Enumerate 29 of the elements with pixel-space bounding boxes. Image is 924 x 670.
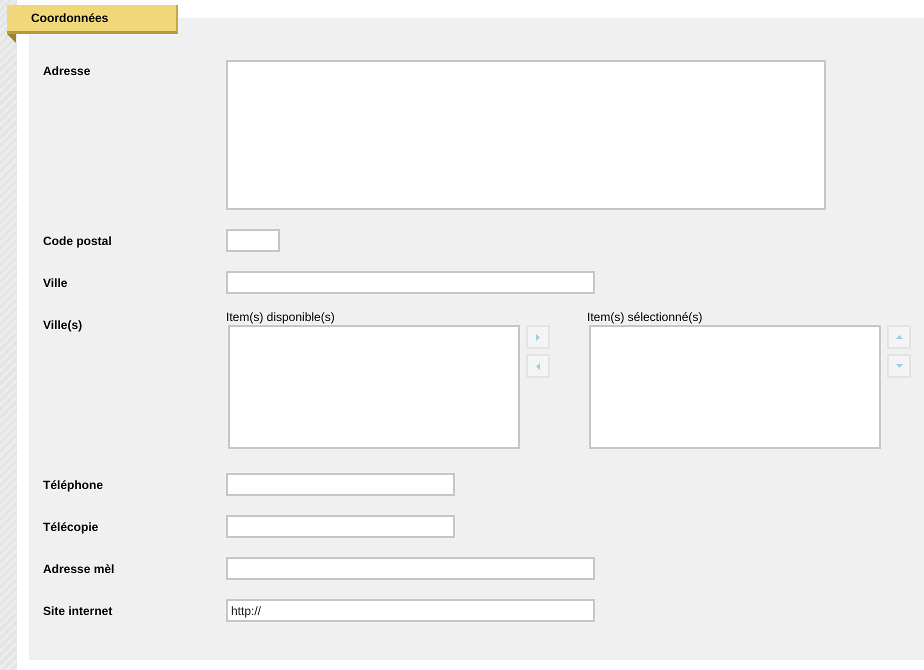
field-label: Téléphone <box>43 477 104 494</box>
up-triangle-icon <box>896 335 902 339</box>
move-right-button[interactable] <box>526 325 550 349</box>
input-field[interactable]: http:// <box>226 599 595 622</box>
right-triangle-icon <box>536 334 540 340</box>
input-field[interactable] <box>226 557 595 580</box>
left-triangle-icon <box>536 362 540 370</box>
down-triangle-icon <box>896 364 902 368</box>
section-title: Coordonnées <box>31 11 108 25</box>
field-label: Ville(s) <box>43 317 84 334</box>
input-field[interactable] <box>226 515 455 538</box>
field-label: Adresse mèl <box>43 561 116 578</box>
input-field[interactable] <box>226 473 455 496</box>
move-down-button[interactable] <box>887 354 911 378</box>
selected-list[interactable] <box>589 325 881 449</box>
move-up-button[interactable] <box>887 325 911 349</box>
input-field[interactable] <box>226 229 280 252</box>
input-field[interactable] <box>226 271 595 294</box>
field-label: Code postal <box>43 233 113 250</box>
field-label: Ville <box>43 275 68 292</box>
address-textarea[interactable] <box>226 60 826 210</box>
move-left-button[interactable] <box>526 354 550 378</box>
available-list[interactable] <box>228 325 520 449</box>
list-caption: Item(s) sélectionné(s) <box>587 310 704 325</box>
tab-fold <box>7 34 16 43</box>
field-label: Télécopie <box>43 519 100 536</box>
field-label: Site internet <box>43 603 114 620</box>
field-label: Adresse <box>43 63 92 80</box>
list-caption: Item(s) disponible(s) <box>226 310 336 325</box>
